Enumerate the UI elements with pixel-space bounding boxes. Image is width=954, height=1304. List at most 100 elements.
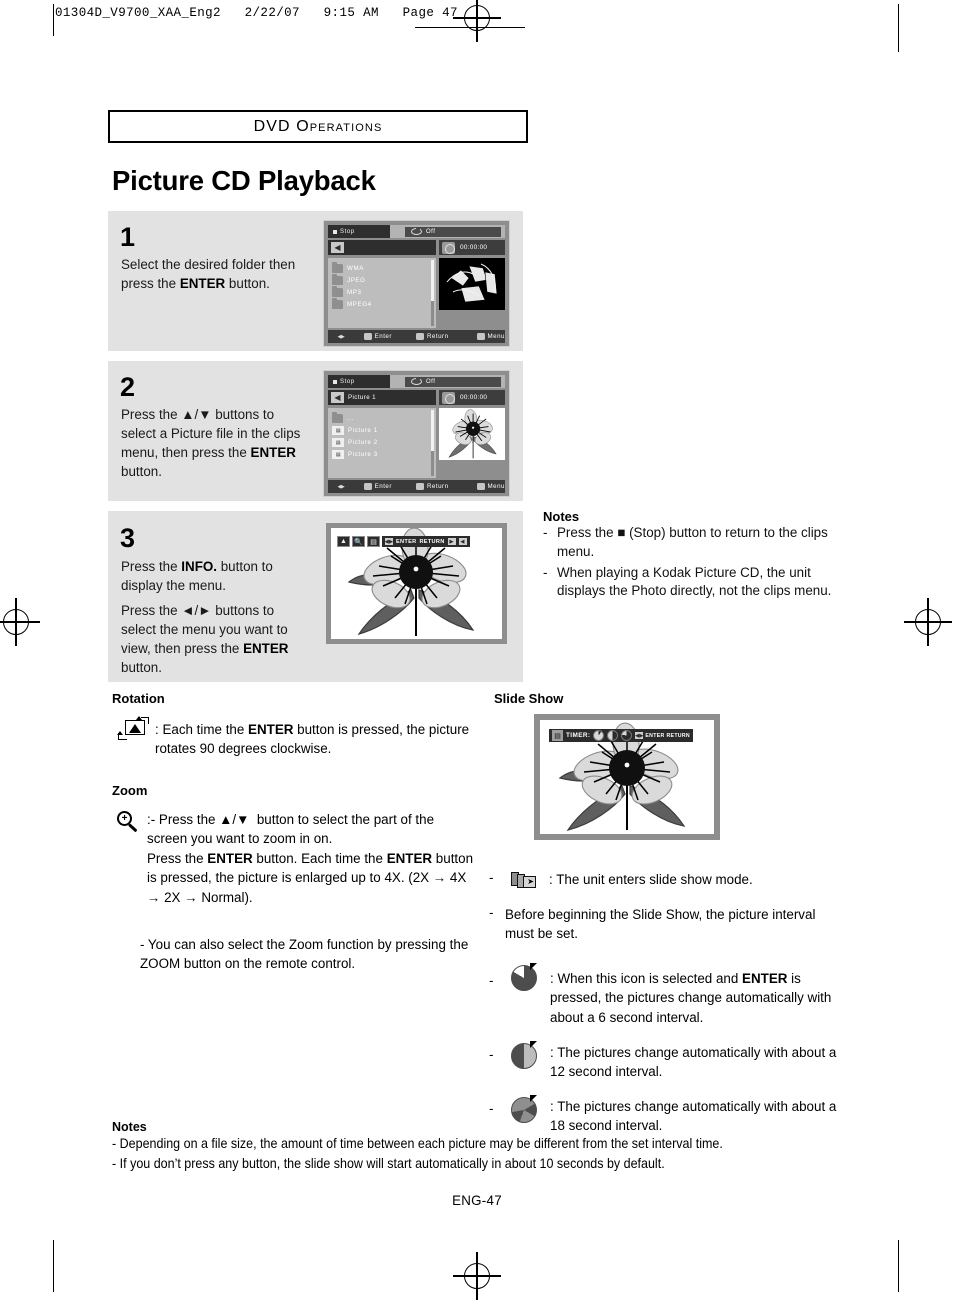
side-notes-title: Notes xyxy=(543,509,580,524)
zoom-text: :- Press the ▲/▼ button to select the pa… xyxy=(147,812,474,905)
note-item: - Press the ■ (Stop) button to return to… xyxy=(543,524,843,562)
tv-body: ◀ Picture 1 00:00:00 ... ▤ Picture 1 ▤ P… xyxy=(328,390,505,478)
section-banner-label: DVD Operations xyxy=(253,117,383,135)
tv-thumbnail xyxy=(439,258,505,310)
list-item-label: Picture 1 xyxy=(348,427,378,434)
zoom-heading: Zoom xyxy=(112,783,148,798)
clock-icon xyxy=(442,391,455,404)
timer-12s-icon[interactable] xyxy=(607,730,619,741)
trim-mark-bottom-left xyxy=(53,1240,55,1292)
tv-scrollbar[interactable] xyxy=(430,260,434,326)
tv-menu-hint: Menu xyxy=(476,333,505,340)
picture-file-icon: ▤ xyxy=(332,438,344,447)
folder-icon xyxy=(332,261,343,273)
bullet-dash: - xyxy=(489,1046,494,1062)
slideshow-screen: ▤ TIMER: ◀▶ ENTER RETURN xyxy=(534,714,720,840)
rotate-icon[interactable]: ▲ xyxy=(337,536,350,547)
tv-repeat-label: Off xyxy=(426,378,436,385)
bullet-interval-12s: - : The pictures change automatically wi… xyxy=(489,1040,849,1081)
timer-18s-icon[interactable] xyxy=(621,730,633,741)
photo-overlay-menu[interactable]: ▲ 🔍 ▤ ◀▶ ENTER RETURN ▶ ◀ xyxy=(337,536,470,547)
clock-icon xyxy=(442,241,455,254)
step-text-3: Press the INFO. button to display the me… xyxy=(121,559,273,594)
photo-enter-label: ENTER xyxy=(396,538,417,545)
note-dash: - xyxy=(543,525,548,540)
bullet-slideshow-mode: - ➤ : The unit enters slide show mode. xyxy=(489,870,849,891)
slideshow-icon: ➤ xyxy=(511,872,537,891)
tv-return-label: Return xyxy=(426,483,449,490)
list-item[interactable]: MPEG4 xyxy=(328,297,436,310)
step-number-2: 2 xyxy=(120,372,136,402)
tv-file-list[interactable]: WMA JPEG MP3 MPEG4 xyxy=(328,258,436,328)
tv-file-list[interactable]: ... ▤ Picture 1 ▤ Picture 2 ▤ Picture 3 xyxy=(328,408,436,478)
flower-thumbnail-artwork xyxy=(439,408,505,460)
step-text-2: Press the ▲/▼ buttons to select a Pictur… xyxy=(121,407,301,480)
bullet-dash: - xyxy=(489,905,494,920)
side-notes-list: - Press the ■ (Stop) button to return to… xyxy=(543,524,843,601)
bottom-notes-title: Notes xyxy=(112,1120,147,1134)
timer-6s-icon[interactable] xyxy=(593,730,605,741)
list-item[interactable]: JPEG xyxy=(328,273,436,286)
list-item[interactable]: MP3 xyxy=(328,285,436,298)
tv-topbar: Stop Off xyxy=(328,225,505,238)
list-item-label: ... xyxy=(347,415,354,422)
speaker-icon: ◀ xyxy=(331,242,344,253)
list-item-parent[interactable]: ... xyxy=(328,411,436,425)
tv-enter-label: Enter xyxy=(374,483,392,490)
enter-button-icon xyxy=(363,483,372,490)
tv-scrollbar[interactable] xyxy=(430,410,434,476)
photo-return-label: RETURN xyxy=(419,538,445,545)
slideshow-section: Slide Show xyxy=(494,691,563,706)
document-header: 01304D_V9700_XAA_Eng2 2/22/07 9:15 AM Pa… xyxy=(55,6,458,20)
tv-return-label: Return xyxy=(426,333,449,340)
slideshow-icon[interactable]: ▤ xyxy=(367,536,380,547)
slideshow-timer-bar[interactable]: ▤ TIMER: ◀▶ ENTER RETURN xyxy=(549,729,693,742)
timer-label: TIMER: xyxy=(566,732,591,739)
tv-return-hint: Return xyxy=(415,483,449,490)
slideshow-heading: Slide Show xyxy=(494,691,564,706)
zoom-row: + :- Press the ▲/▼ button to select the … xyxy=(116,810,476,907)
navigation-arrows-icon: ◀▶ xyxy=(337,333,345,340)
list-item[interactable]: WMA xyxy=(328,261,436,274)
pie-12s-icon xyxy=(511,1040,537,1069)
return-button-icon xyxy=(415,333,424,340)
step-number-1: 1 xyxy=(120,222,136,252)
trim-mark-top-right xyxy=(898,4,900,52)
step-text-1: Select the desired folder then press the… xyxy=(121,257,296,292)
slideshow-key-hints: ◀▶ ENTER RETURN xyxy=(635,732,690,739)
slideshow-mode-icon[interactable]: ▤ xyxy=(552,730,563,741)
tv-status-label: Stop xyxy=(340,228,355,235)
tv-status-label: Stop xyxy=(340,378,355,385)
tv-file-label: Picture 1 xyxy=(348,394,377,401)
folder-icon xyxy=(332,297,343,309)
page-folio: ENG-47 xyxy=(452,1192,502,1208)
list-item[interactable]: ▤ Picture 1 xyxy=(328,425,436,437)
side-notes: Notes - Press the ■ (Stop) button to ret… xyxy=(543,509,843,603)
list-item[interactable]: ▤ Picture 2 xyxy=(328,437,436,449)
tv-enter-hint: Enter xyxy=(363,333,392,340)
slideshow-return-label: RETURN xyxy=(666,732,690,739)
note-text: When playing a Kodak Picture CD, the uni… xyxy=(557,564,832,599)
left-right-keys-icon: ◀▶ xyxy=(635,732,644,739)
tv-enter-label: Enter xyxy=(374,333,392,340)
tv-repeat-label: Off xyxy=(426,228,436,235)
bottom-note-line: - Depending on a file size, the amount o… xyxy=(112,1136,723,1151)
bullet-dash: - xyxy=(489,870,494,885)
list-item[interactable]: ▤ Picture 3 xyxy=(328,449,436,461)
note-item: - When playing a Kodak Picture CD, the u… xyxy=(543,564,843,602)
rotation-section: Rotation xyxy=(112,691,165,706)
zoom-extra-text: - You can also select the Zoom function … xyxy=(140,937,469,972)
zoom-icon[interactable]: 🔍 xyxy=(352,536,365,547)
list-item-label: MPEG4 xyxy=(347,300,372,308)
bullet-interval-note: - Before beginning the Slide Show, the p… xyxy=(489,905,849,943)
tv-return-hint: Return xyxy=(415,333,449,340)
tv-status-group: Stop xyxy=(328,225,390,238)
thumbnail-artwork xyxy=(439,258,505,310)
picture-file-icon: ▤ xyxy=(332,450,344,459)
tv-time-label: 00:00:00 xyxy=(460,244,488,251)
list-item-label: Picture 3 xyxy=(348,451,378,458)
skip-next-icon: ▶ xyxy=(447,538,456,545)
rotation-row: : Each time the ENTER button is pressed,… xyxy=(117,716,478,759)
header-underline xyxy=(415,27,525,29)
skip-prev-icon: ◀ xyxy=(458,538,467,545)
